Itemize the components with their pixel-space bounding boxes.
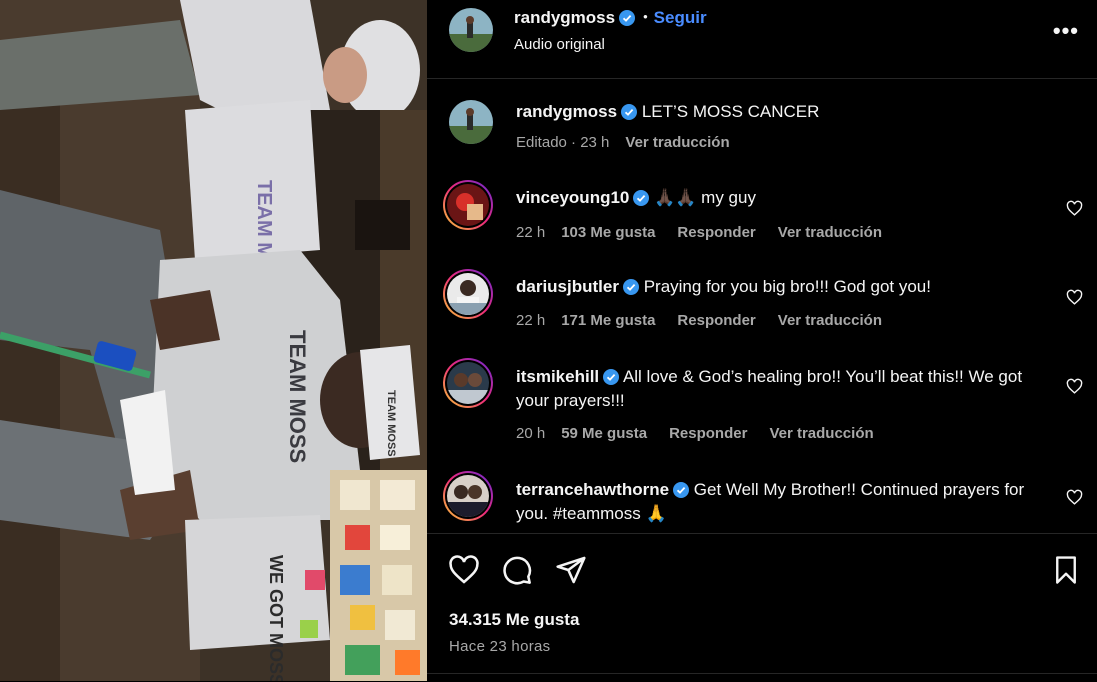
post-header: randygmoss • Seguir Audio original ••• [427,0,1097,79]
verified-badge-icon [603,369,620,385]
comment-avatar[interactable] [443,471,493,521]
comment-icon[interactable] [501,554,533,591]
comment-item: itsmikehill All love & God’s healing bro… [427,358,1097,459]
share-icon[interactable] [555,554,587,591]
author-avatar[interactable] [449,8,493,52]
verified-badge-icon [621,104,638,120]
separator-dot: • [643,9,648,24]
comment-username[interactable]: dariusjbutler [516,277,619,296]
comment-item: dariusjbutler Praying for you big bro!!!… [427,269,1097,350]
reply-button[interactable]: Responder [677,224,755,241]
comment-time[interactable]: 20 h [516,425,545,442]
heart-icon[interactable] [447,554,481,591]
comment-translate-link[interactable]: Ver traducción [778,312,882,329]
verified-badge-icon [673,482,690,498]
post-footer: 34.315 Me gusta Hace 23 horas [427,533,1097,682]
comment-like-heart-icon[interactable] [1066,200,1083,217]
comment-text: 🙏🏿🙏🏿 my guy [654,188,756,207]
author-username[interactable]: randygmoss [514,8,615,27]
comment-like-heart-icon[interactable] [1066,378,1083,395]
reply-button[interactable]: Responder [669,425,747,442]
verified-badge-icon [622,279,639,295]
caption-edited: Editado · 23 h [516,134,610,151]
comment-username[interactable]: itsmikehill [516,367,599,386]
audio-label[interactable]: Audio original [514,36,605,53]
comment-avatar[interactable] [443,358,493,408]
caption-avatar[interactable] [449,100,493,144]
sign-hoodie-text: TEAM MOSS [285,330,310,463]
sign-bottom-text: WE GOT MOSS [266,555,286,681]
comment-time[interactable]: 22 h [516,224,545,241]
comment-avatar[interactable] [443,180,493,230]
comment-likes[interactable]: 59 Me gusta [561,425,647,442]
more-options-icon[interactable]: ••• [1053,18,1079,44]
caption-item: randygmoss LET’S MOSS CANCER Editado · 2… [427,100,1097,180]
comment-item: vinceyoung10 🙏🏿🙏🏿 my guy 22 h 103 Me gust… [427,180,1097,261]
comment-like-heart-icon[interactable] [1066,489,1083,506]
post-photo: TEAM MOSS TEAM MOSS TEAM MOSS WE GOT MOS… [0,0,427,681]
verified-badge-icon [619,10,636,26]
post-media[interactable]: TEAM MOSS TEAM MOSS TEAM MOSS WE GOT MOS… [0,0,427,681]
comment-text: Praying for you big bro!!! God got you! [643,277,931,296]
comment-item: terrancehawthorne Get Well My Brother!! … [427,471,1097,533]
post-like-count[interactable]: 34.315 Me gusta [449,610,579,630]
comment-time[interactable]: 22 h [516,312,545,329]
divider [427,673,1097,674]
comment-translate-link[interactable]: Ver traducción [778,224,882,241]
comment-like-heart-icon[interactable] [1066,289,1083,306]
post-panel: randygmoss • Seguir Audio original ••• ran… [427,0,1097,681]
verified-badge-icon [633,190,650,206]
comment-likes[interactable]: 103 Me gusta [561,224,655,241]
comment-likes[interactable]: 171 Me gusta [561,312,655,329]
comment-username[interactable]: terrancehawthorne [516,480,669,499]
reply-button[interactable]: Responder [677,312,755,329]
caption-username[interactable]: randygmoss [516,102,617,121]
caption-text: LET’S MOSS CANCER [641,102,820,121]
comment-username[interactable]: vinceyoung10 [516,188,629,207]
comment-avatar[interactable] [443,269,493,319]
caption-translate-link[interactable]: Ver traducción [625,134,729,151]
post-timestamp[interactable]: Hace 23 horas [449,638,550,655]
comment-translate-link[interactable]: Ver traducción [769,425,873,442]
follow-button[interactable]: Seguir [654,8,707,27]
comments-list[interactable]: randygmoss LET’S MOSS CANCER Editado · 2… [427,79,1097,533]
bookmark-icon[interactable] [1051,554,1081,591]
beanie-text: TEAM MOSS [385,390,397,457]
